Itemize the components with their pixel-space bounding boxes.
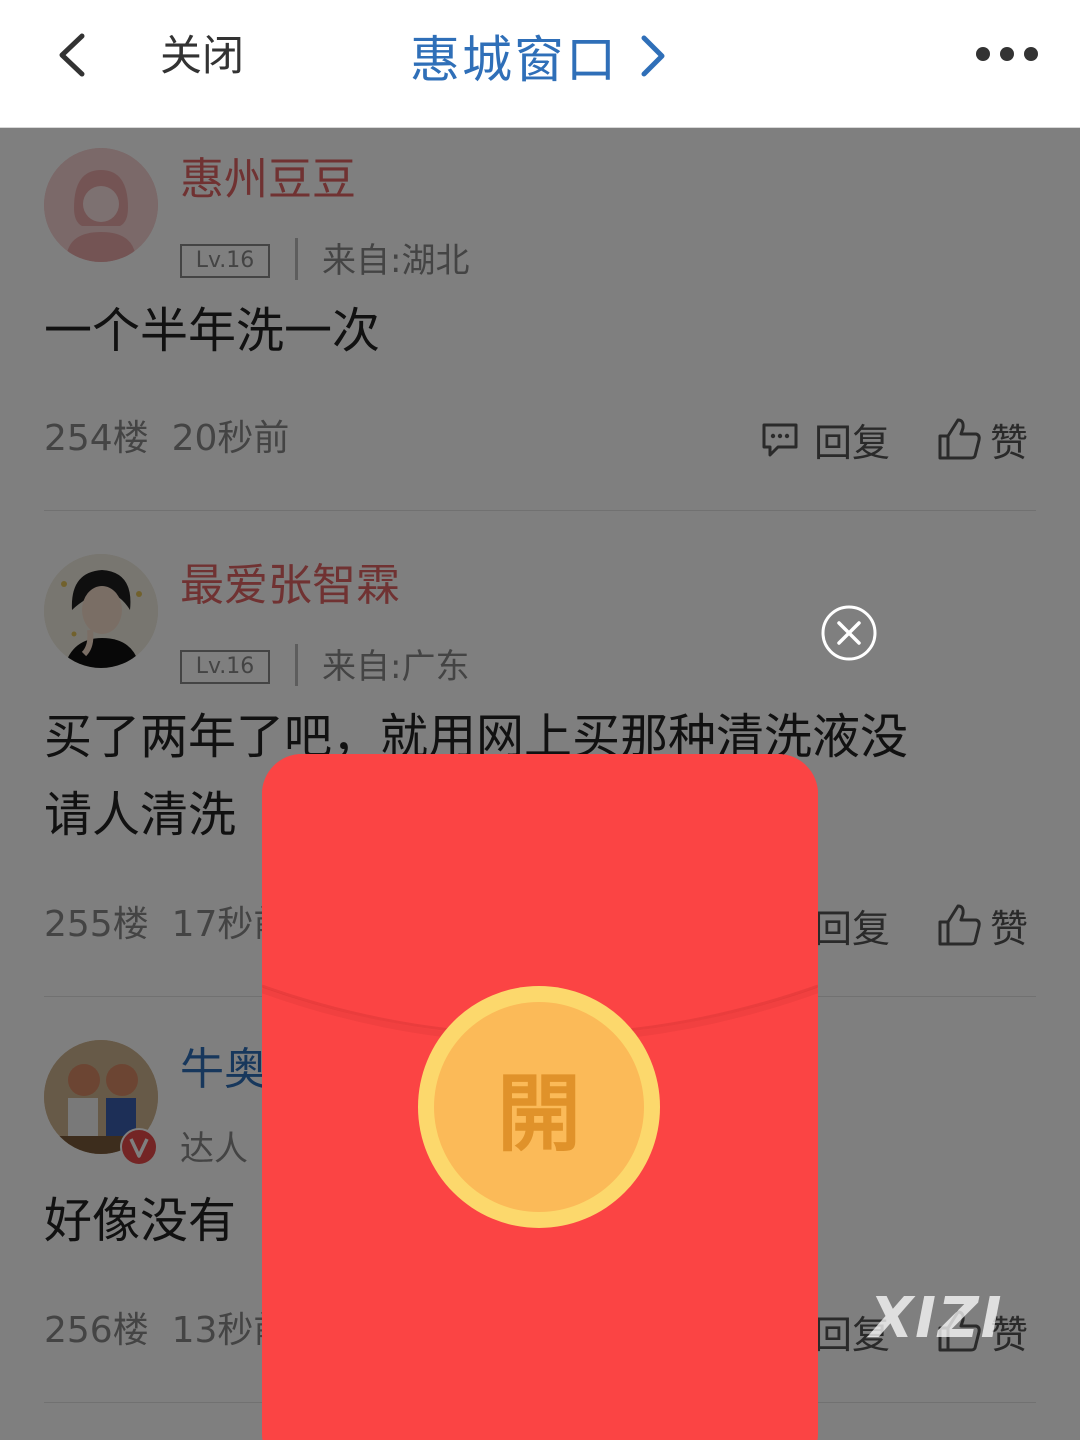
forum-title-link[interactable]: 惠城窗口 [410, 24, 668, 89]
close-popup-icon[interactable] [820, 604, 878, 662]
chevron-right-icon [641, 35, 665, 77]
forum-title: 惠城窗口 [410, 31, 618, 89]
more-icon[interactable] [976, 44, 1038, 64]
close-button[interactable]: 关闭 [160, 30, 244, 82]
back-icon[interactable] [52, 30, 96, 80]
watermark-logo: XIZI [870, 1286, 1004, 1351]
open-red-packet-button[interactable]: 開 [418, 986, 660, 1228]
open-label: 開 [496, 1063, 581, 1163]
open-button-coin: 開 [434, 1002, 644, 1212]
top-bar: 关闭 惠城窗口 [0, 0, 1080, 128]
